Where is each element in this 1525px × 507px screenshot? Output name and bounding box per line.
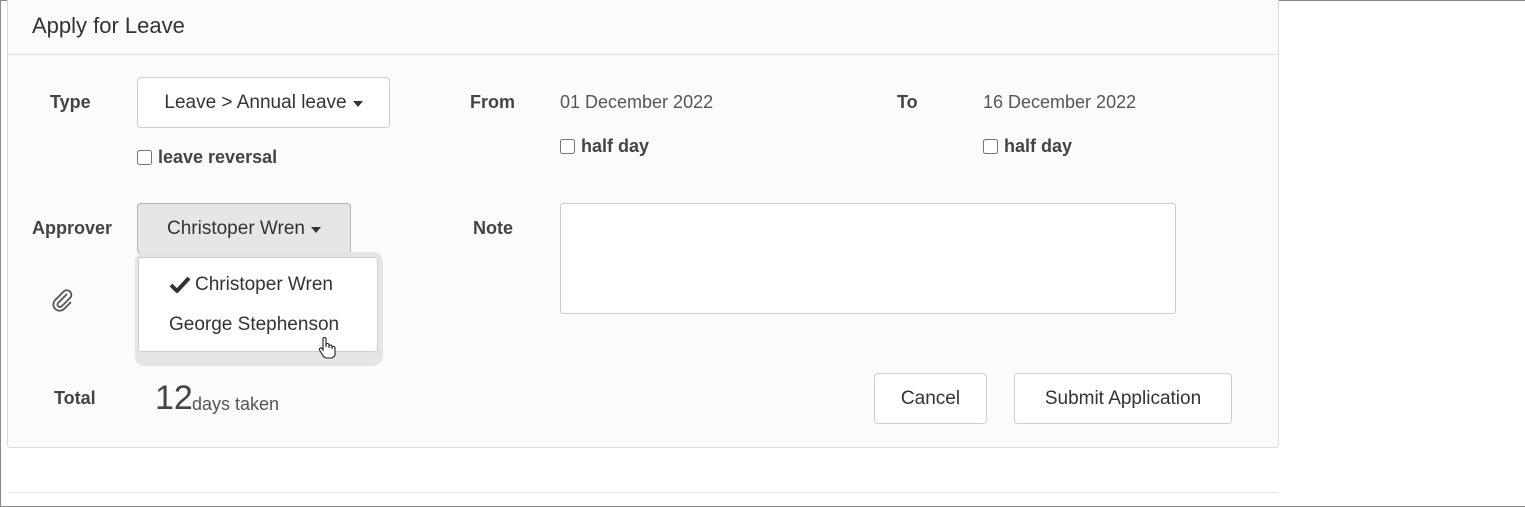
leave-type-dropdown[interactable]: Leave > Annual leave [137, 77, 390, 128]
to-half-day-label: half day [1004, 136, 1073, 156]
to-label: To [897, 92, 918, 112]
type-label: Type [50, 92, 91, 112]
total-label: Total [54, 388, 96, 408]
cancel-button[interactable]: Cancel [874, 373, 987, 424]
to-date[interactable]: 16 December 2022 [983, 92, 1136, 113]
approver-option[interactable]: George Stephenson [169, 314, 339, 336]
caret-down-icon [352, 100, 363, 107]
total-days-unit: days taken [192, 394, 280, 414]
caret-down-icon [310, 226, 321, 233]
leave-reversal-input[interactable] [137, 150, 152, 165]
approver-option-label: George Stephenson [169, 314, 340, 335]
note-textarea[interactable] [560, 203, 1176, 314]
section-divider [8, 492, 1278, 493]
approver-label: Approver [32, 218, 113, 238]
note-label: Note [473, 218, 513, 238]
leave-reversal-checkbox[interactable]: leave reversal [137, 147, 277, 168]
panel-header: Apply for Leave [8, 0, 1278, 55]
approver-option-label: Christoper Wren [195, 274, 333, 295]
leave-type-value: Leave > Annual leave [164, 91, 347, 113]
total-days-value: 12 [155, 379, 193, 417]
from-half-day-label: half day [581, 136, 650, 156]
approver-option-selected[interactable]: Christoper Wren [169, 274, 333, 296]
approver-dropdown[interactable]: Christoper Wren [137, 203, 351, 254]
submit-application-button[interactable]: Submit Application [1014, 373, 1232, 424]
approver-value: Christoper Wren [167, 217, 305, 239]
window-frame-left [0, 0, 1, 507]
approver-dropdown-menu: Christoper Wren George Stephenson [138, 257, 378, 352]
paperclip-icon[interactable] [50, 288, 74, 312]
to-half-day-input[interactable] [983, 139, 998, 154]
hand-pointer-icon [318, 337, 336, 359]
from-date[interactable]: 01 December 2022 [560, 92, 713, 113]
from-label: From [470, 92, 515, 112]
panel-title: Apply for Leave [32, 13, 185, 38]
leave-reversal-label: leave reversal [158, 147, 278, 167]
from-half-day-checkbox[interactable]: half day [560, 136, 649, 157]
from-half-day-input[interactable] [560, 139, 575, 154]
to-half-day-checkbox[interactable]: half day [983, 136, 1072, 157]
checkmark-icon [169, 276, 191, 294]
